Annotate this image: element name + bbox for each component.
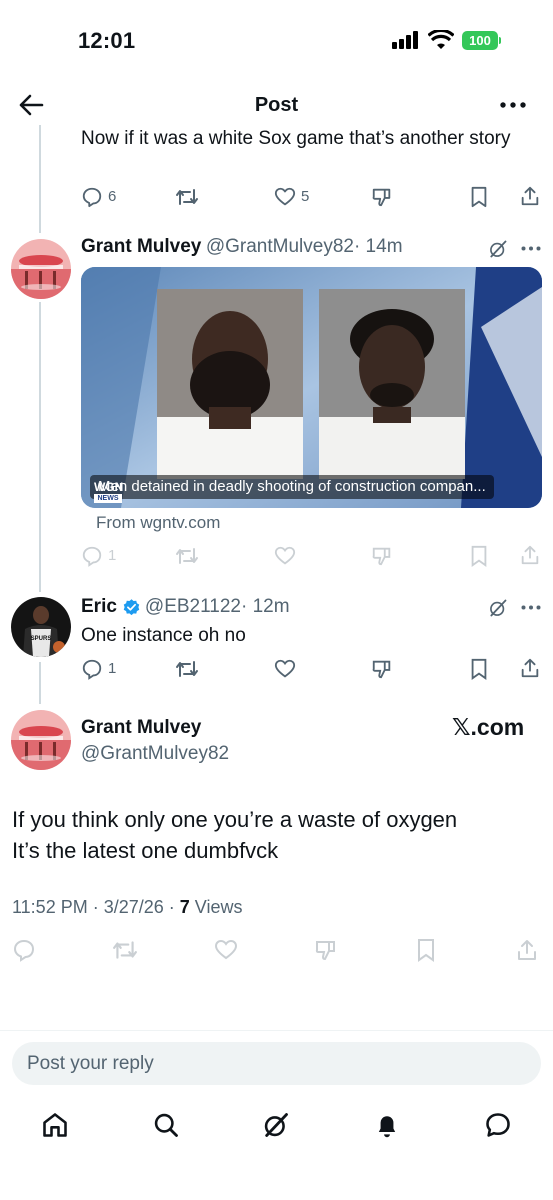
dislike-icon[interactable] bbox=[371, 186, 393, 208]
search-icon[interactable] bbox=[152, 1111, 180, 1139]
main-tweet-text: If you think only one you’re a waste of … bbox=[12, 804, 457, 866]
tweet-text: One instance oh no bbox=[81, 625, 246, 646]
grok-icon[interactable] bbox=[262, 1111, 290, 1139]
tweet-time: · 12m bbox=[240, 596, 290, 617]
share-icon[interactable] bbox=[515, 938, 539, 962]
wifi-icon bbox=[428, 30, 454, 50]
battery-indicator: 100 bbox=[462, 31, 498, 50]
bell-icon[interactable] bbox=[373, 1111, 401, 1139]
author-name[interactable]: Eric bbox=[81, 596, 117, 618]
like-icon[interactable] bbox=[274, 658, 296, 680]
main-tweet-actions bbox=[12, 938, 542, 966]
prev-tweet-text: Now if it was a white Sox game that’s an… bbox=[81, 128, 511, 149]
retweet-icon[interactable] bbox=[175, 545, 199, 567]
tweet1-actions: 1 bbox=[81, 543, 541, 569]
messages-icon[interactable] bbox=[484, 1111, 512, 1139]
more-icon[interactable] bbox=[521, 605, 541, 610]
retweet-icon[interactable] bbox=[112, 938, 138, 962]
bookmark-icon[interactable] bbox=[469, 545, 489, 567]
author-handle[interactable]: @GrantMulvey82 bbox=[206, 236, 354, 257]
verified-badge-icon bbox=[122, 598, 141, 617]
link-card-source[interactable]: From wgntv.com bbox=[96, 513, 220, 533]
reply-icon[interactable] bbox=[12, 938, 36, 962]
bookmark-icon[interactable] bbox=[469, 186, 489, 208]
retweet-icon[interactable] bbox=[175, 658, 199, 680]
avatar[interactable] bbox=[11, 710, 71, 770]
retweet-icon[interactable] bbox=[175, 186, 199, 208]
dislike-icon[interactable] bbox=[371, 658, 393, 680]
author-name[interactable]: Grant Mulvey bbox=[81, 236, 201, 257]
grok-icon[interactable] bbox=[488, 239, 508, 259]
share-icon[interactable] bbox=[519, 544, 541, 566]
wgn-logo: WGN NEWS bbox=[94, 480, 124, 503]
page-title: Post bbox=[254, 94, 299, 116]
more-icon[interactable] bbox=[500, 102, 526, 108]
bookmark-icon[interactable] bbox=[415, 938, 437, 962]
reply-count: 1 bbox=[108, 660, 117, 677]
bottom-nav bbox=[0, 1100, 553, 1160]
reply-input[interactable]: Post your reply bbox=[12, 1042, 541, 1085]
tweet-time: · 14m bbox=[353, 236, 403, 257]
thread-line bbox=[39, 302, 41, 592]
tweet-text-line: If you think only one you’re a waste of … bbox=[12, 807, 458, 832]
reply-icon[interactable] bbox=[81, 658, 103, 680]
avatar[interactable] bbox=[11, 239, 71, 299]
divider bbox=[0, 1030, 553, 1031]
views-count: 7 bbox=[179, 897, 190, 917]
like-icon[interactable] bbox=[214, 938, 238, 962]
dislike-icon[interactable] bbox=[371, 545, 393, 567]
share-icon[interactable] bbox=[519, 657, 541, 679]
reply-icon[interactable] bbox=[81, 545, 103, 567]
grok-icon[interactable] bbox=[488, 598, 508, 618]
tweet-meta: 11:52 PM · 3/27/26 · 7 Views bbox=[12, 897, 242, 918]
tweet-timestamp: 11:52 PM · 3/27/26 · bbox=[12, 897, 180, 917]
more-icon[interactable] bbox=[521, 246, 541, 251]
views-label: Views bbox=[189, 897, 243, 917]
link-card-image[interactable] bbox=[81, 267, 542, 508]
thread-line bbox=[39, 125, 41, 233]
reply-count: 6 bbox=[108, 188, 117, 205]
author-handle[interactable]: @GrantMulvey82 bbox=[81, 743, 229, 765]
share-icon[interactable] bbox=[519, 185, 541, 207]
dislike-icon[interactable] bbox=[314, 938, 338, 962]
reply-icon[interactable] bbox=[81, 186, 103, 208]
author-name[interactable]: Grant Mulvey bbox=[81, 717, 201, 739]
status-time: 12:01 bbox=[78, 28, 136, 53]
signal-icon bbox=[392, 31, 420, 49]
battery-nub bbox=[499, 37, 501, 44]
reply-count: 1 bbox=[108, 547, 117, 564]
bookmark-icon[interactable] bbox=[469, 658, 489, 680]
home-icon[interactable] bbox=[41, 1111, 69, 1139]
like-count: 5 bbox=[301, 188, 310, 205]
like-icon[interactable] bbox=[274, 186, 296, 208]
tweet-header: Eric @EB21122 · 12m bbox=[81, 596, 290, 618]
link-card-caption: Men detained in deadly shooting of const… bbox=[90, 475, 494, 499]
tweet-text-line: It’s the latest one dumbfvck bbox=[12, 838, 279, 863]
avatar[interactable]: SPURS bbox=[11, 597, 71, 657]
tweet-header: Grant Mulvey @GrantMulvey82· 14m bbox=[81, 236, 403, 258]
prev-tweet-actions: 6 5 bbox=[81, 184, 541, 210]
tweet2-actions: 1 bbox=[81, 656, 541, 682]
author-handle[interactable]: @EB21122 bbox=[145, 596, 241, 618]
x-watermark: 𝕏.com bbox=[452, 714, 525, 740]
svg-text:SPURS: SPURS bbox=[31, 636, 52, 642]
thread-line bbox=[39, 662, 41, 704]
like-icon[interactable] bbox=[274, 545, 296, 567]
